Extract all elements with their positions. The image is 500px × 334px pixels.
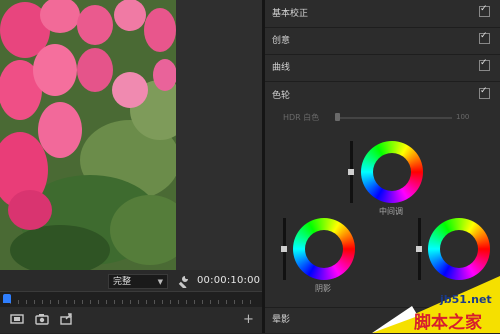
enable-checkbox[interactable] [479,4,490,17]
section-label: 曲线 [272,63,291,73]
highlights-slider-handle[interactable] [416,246,422,252]
viewer-background [176,0,262,270]
section-creative[interactable]: 创意 [265,27,500,55]
watermark-site: jb51.net [440,293,492,306]
section-basic-correction[interactable]: 基本校正 [265,0,500,28]
shadows-slider-handle[interactable] [281,246,287,252]
fit-dropdown[interactable]: 完整 ▼ [108,274,168,289]
playhead-timecode[interactable]: 00:00:10:00 [197,275,260,286]
export-icon[interactable] [60,313,74,325]
section-label: 基本校正 [272,9,309,19]
timeline-ruler[interactable] [0,291,262,308]
video-frame-preview [0,0,176,270]
camera-icon[interactable] [35,313,49,325]
hdr-white-value[interactable]: 100 [456,113,469,121]
wrench-icon[interactable] [176,274,190,288]
watermark-name: 脚本之家 [414,313,482,333]
section-color-wheels[interactable]: 色轮 [265,82,500,109]
enable-checkbox[interactable] [479,86,490,99]
ruler-ticks [10,300,254,304]
shadows-color-wheel[interactable] [293,218,355,280]
shadows-label: 阴影 [315,284,331,293]
midtones-label: 中间调 [379,207,403,216]
hdr-white-slider-handle[interactable] [335,113,340,121]
fit-dropdown-value: 完整 [113,277,132,287]
marker-icon[interactable] [10,313,24,325]
section-curves[interactable]: 曲线 [265,54,500,82]
section-label: 色轮 [272,91,291,101]
chevron-down-icon: ▼ [157,278,163,286]
add-button[interactable]: + [243,313,254,326]
playhead-marker[interactable] [3,294,11,303]
midtones-slider-handle[interactable] [348,169,354,175]
enable-checkbox[interactable] [479,31,490,44]
hdr-white-slider[interactable] [337,117,452,119]
section-label: 晕影 [272,315,291,325]
section-label: 创意 [272,36,291,46]
hdr-white-label: HDR 白色 [283,113,320,122]
highlights-color-wheel[interactable] [428,218,490,280]
midtones-color-wheel[interactable] [361,141,423,203]
enable-checkbox[interactable] [479,58,490,71]
